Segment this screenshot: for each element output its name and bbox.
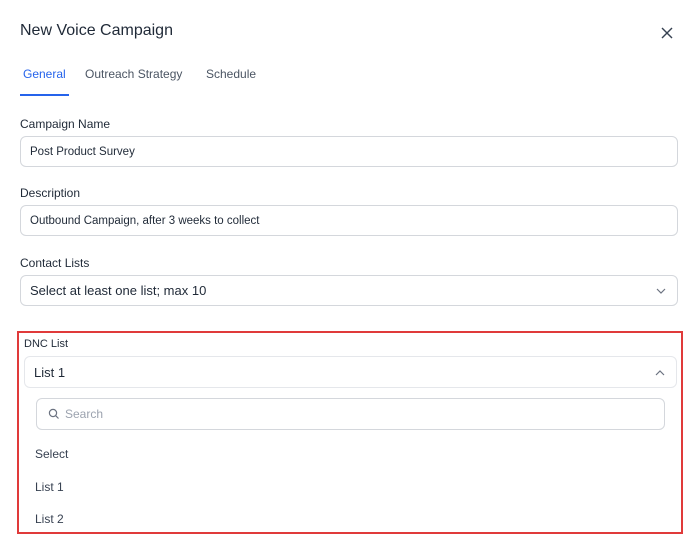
dnc-option-list-1[interactable]: List 1	[35, 480, 64, 494]
dnc-option-list-2[interactable]: List 2	[35, 512, 64, 526]
contact-lists-label: Contact Lists	[20, 256, 90, 270]
campaign-name-value: Post Product Survey	[30, 145, 135, 158]
chevron-up-icon	[655, 370, 665, 376]
contact-lists-placeholder: Select at least one list; max 10	[30, 283, 207, 298]
search-icon	[48, 408, 59, 419]
dnc-list-value: List 1	[34, 364, 66, 380]
description-label: Description	[20, 186, 81, 200]
close-icon[interactable]	[658, 24, 676, 42]
tab-outreach-strategy[interactable]: Outreach Strategy	[85, 67, 182, 81]
dnc-list-select[interactable]: List 1	[24, 356, 677, 388]
description-input[interactable]: Outbound Campaign, after 3 weeks to coll…	[20, 205, 678, 236]
tab-general[interactable]: General	[23, 67, 66, 81]
dnc-list-label: DNC List	[24, 338, 69, 350]
campaign-name-input[interactable]: Post Product Survey	[20, 136, 678, 167]
tab-schedule[interactable]: Schedule	[206, 67, 256, 81]
description-value: Outbound Campaign, after 3 weeks to coll…	[30, 214, 260, 227]
campaign-name-label: Campaign Name	[20, 117, 111, 131]
dnc-search-input[interactable]: Search	[36, 398, 665, 430]
active-tab-indicator	[20, 94, 69, 96]
dialog-title: New Voice Campaign	[20, 22, 173, 39]
chevron-down-icon	[656, 288, 666, 294]
dnc-search-placeholder: Search	[65, 407, 104, 421]
dnc-option-select[interactable]: Select	[35, 447, 68, 461]
contact-lists-select[interactable]: Select at least one list; max 10	[20, 275, 678, 306]
tab-bar: General Outreach Strategy Schedule	[20, 64, 680, 98]
